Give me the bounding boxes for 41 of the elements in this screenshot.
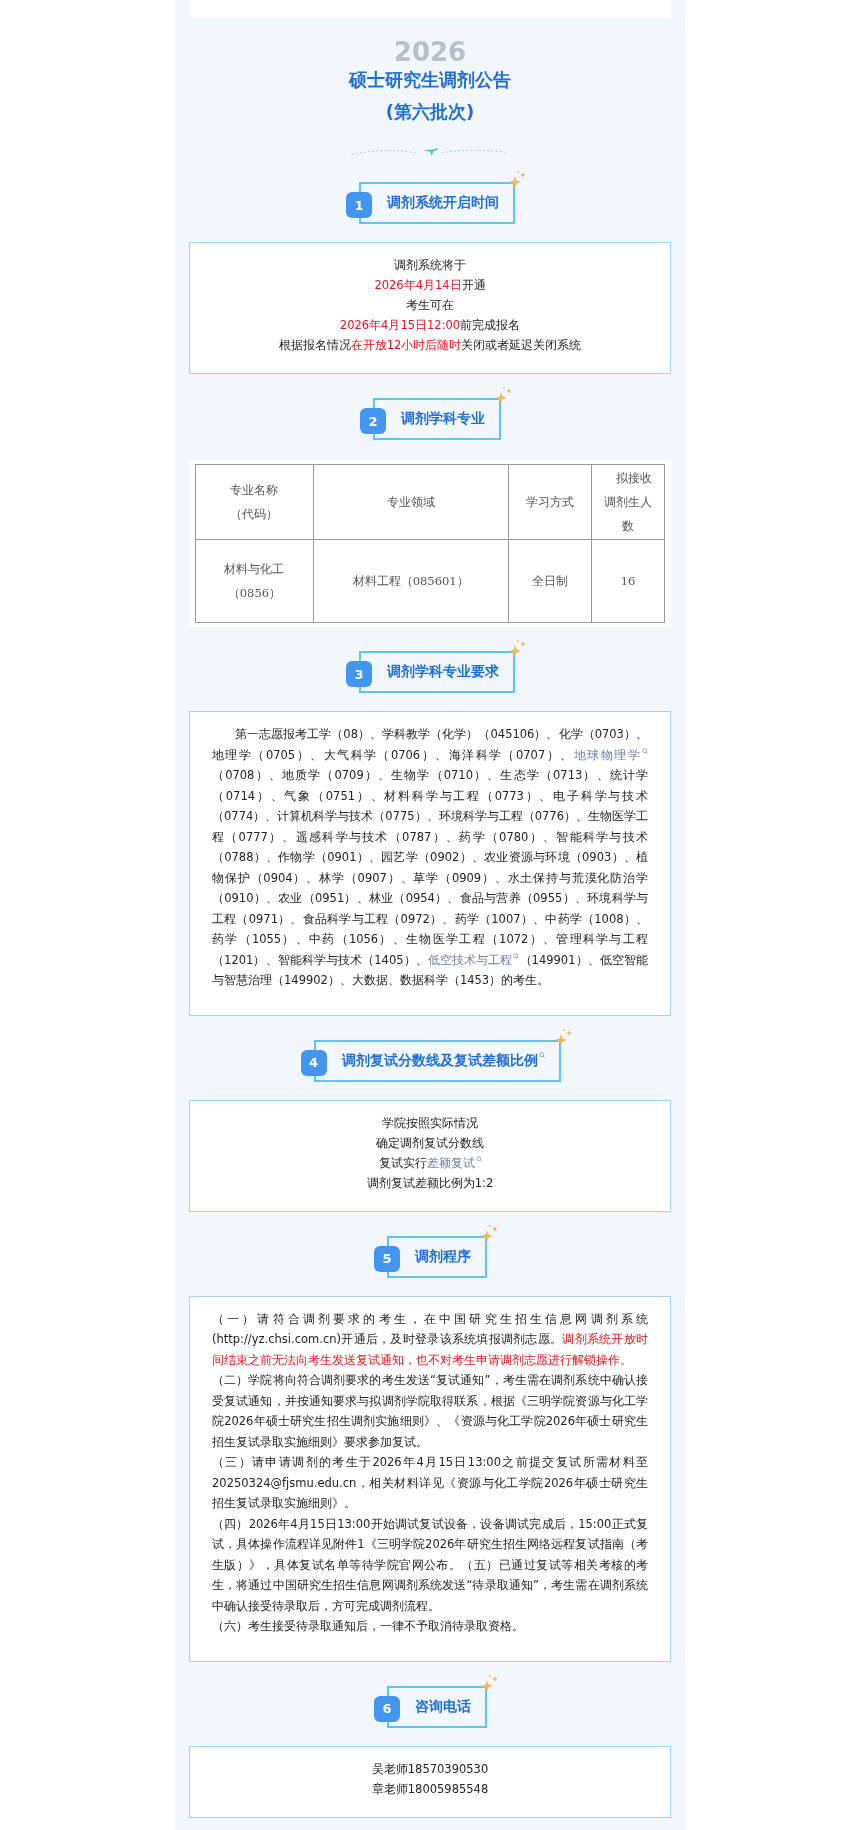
keyword-link[interactable]: 低空技术与工程 <box>427 952 520 967</box>
notice-text: 2026年4月14日开通 <box>373 277 487 294</box>
table-cell: 16 <box>591 539 665 623</box>
backdrop-year: 2026 <box>392 40 468 64</box>
table-cell: 全日制 <box>508 539 592 623</box>
column-header: 学习方式 <box>508 464 592 540</box>
keyword-link[interactable]: 地球物理学 <box>573 747 648 762</box>
section-number-badge: 4 <box>300 1049 327 1076</box>
notice-text: 考生可在 <box>405 297 455 314</box>
keyword-link[interactable]: 差额复试 <box>426 1155 482 1170</box>
notice-paragraph: （二）学院将向符合调剂要求的考生发送“复试通知”，考生需在调剂系统中确认接受复试通知，并按通知要求与拟调剂学院取得联系，根据《三明学院资源与化工学院2026年硕士研究生招生调剂实施细则》、《资源与化工学院2026年硕士研究生招生复试录取实施细则》要求参加复试。 <box>212 1372 648 1451</box>
section-number-badge: 2 <box>360 408 386 434</box>
section-number-badge: 1 <box>346 192 372 218</box>
notice-paragraph: （六）考生接受待录取通知后，一律不予取消待录取资格。 <box>212 1618 525 1635</box>
table-cell: 材料工程（085601） <box>313 539 508 623</box>
column-header: 专业名称（代码） <box>195 464 314 540</box>
notice-text: 学院按照实际情况 <box>381 1114 479 1132</box>
notice-text: 调剂系统将于 <box>393 257 467 274</box>
page-title: 硕士研究生调剂公告 <box>349 68 511 92</box>
section-number-badge: 5 <box>374 1245 400 1272</box>
search-icon <box>642 747 648 754</box>
notice-paragraph: （三）请申请调剂的考生于2026年4月15日13:00之前提交复试所需材料至20250324@fjsmu.edu.cn，相关材料详见《资源与化工学院2026年硕士研究生招生复试录取实施细则》。 <box>212 1454 648 1512</box>
notice-paragraph: 第一志愿报考工学（08）、学科教学（化学）（045106）、化学（0703）、地理学（0705）、大气科学（0706）、海洋科学（0707）、地球物理学 （0708）、地质学（0709）、生物学（0710）、生态学（0713）、统计学（0714）、气象（0751）、材料科学与工程（0773）、电子科学与技术（0774）、计算机科学与技术（0775）、环境科学与工程（0776）、生物医学工程（0777）、遥感科学与技术（0787）、药学（0780）、智能科学与技术（0788）、作物学（0901）、园艺学（0902）、农业资源与环境（0903）、植物保护（0904）、林学（0907）、草学（0909）、水土保持与荒漠化防治学（0910）、农业（0951）、林业（0954）、食品与营养（0955）、环境科学与工程（0971）、食品科学与工程（0972）、药学（1007）、中药学（1008）、药学（1055）、中药（1056）、生物医学工程（1072）、管理科学与工程（1201）、智能科学与技术（1405）、低空技术与工程 （149901）、低空智能与智慧治理（149902）、大数据、数据科学（1453）的考生。 <box>212 726 648 989</box>
notice-paragraph: （一）请符合调剂要求的考生，在中国研究生招生信息网调剂系统(http://yz.chsi.com.cn)开通后，及时登录该系统填报调剂志愿。调剂系统开放时间结束之前无法向考生发送复试通知，也不对考生申请调剂志愿进行解锁操作。 <box>212 1310 648 1369</box>
notice-paragraph: （四）2026年4月15日13:00开始调试复试设备，设备调试完成后，15:00正式复试，具体操作流程详见附件1《三明学院2026年研究生招生网络远程复试指南（考生版）》，具体复试名单等待学院官网公布。（五）已通过复试等相关考核的考生，将通过中国研究生招生信息网调剂系统发送“待录取通知”，考生需在调剂系统中确认接受待录取后，方可完成调剂流程。 <box>212 1515 648 1615</box>
page-title: (第六批次) <box>384 100 476 124</box>
notice-text: 调剂复试差额比例为1:2 <box>365 1174 495 1192</box>
column-header: 拟接收调剂生人数 <box>591 464 665 540</box>
search-icon <box>513 952 520 959</box>
section-number-badge: 3 <box>346 661 372 687</box>
notice-text: 章老师18005985548 <box>370 1780 490 1798</box>
notice-text: 复试实行差额复试 <box>200 1152 660 1173</box>
notice-text: 2026年4月15日12:00前完成报名 <box>338 317 522 334</box>
notice-text: 吴老师18570390530 <box>370 1760 490 1778</box>
notice-text: 确定调剂复试分数线 <box>375 1134 485 1152</box>
column-header: 专业领域 <box>313 464 508 540</box>
search-icon <box>475 1155 482 1162</box>
search-icon <box>538 1051 545 1058</box>
section-number-badge: 6 <box>374 1695 400 1722</box>
table-cell: 材料与化工（0856） <box>195 539 314 623</box>
notice-text: 根据报名情况在开放12小时后随时关闭或者延迟关闭系统 <box>277 337 583 354</box>
